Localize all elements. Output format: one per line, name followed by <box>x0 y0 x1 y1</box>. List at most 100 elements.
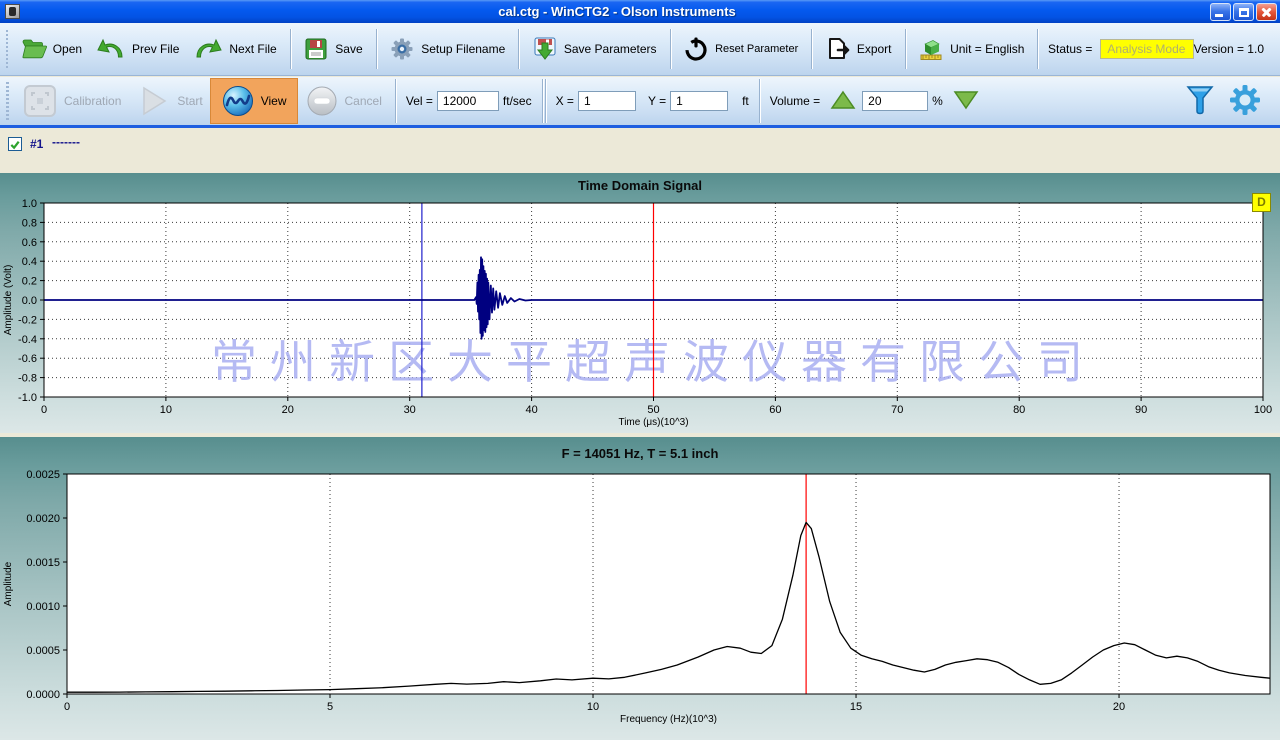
minimize-button[interactable] <box>1210 3 1231 21</box>
time-y-tick-label: 0.8 <box>22 217 37 229</box>
prev-file-button[interactable]: Prev File <box>89 34 186 64</box>
filter-funnel-icon <box>1184 83 1216 117</box>
time-x-tick-label: 30 <box>404 404 416 416</box>
fft-y-tick-label: 0.0000 <box>26 689 60 701</box>
frequency-spectrum-plot[interactable]: 051015200.00000.00050.00100.00150.00200.… <box>0 437 1280 740</box>
separator <box>290 29 291 69</box>
fft-x-tick-label: 0 <box>64 701 70 713</box>
volume-label: Volume = <box>770 94 820 108</box>
reset-parameter-label: Reset Parameter <box>715 43 798 55</box>
channel-checkbox[interactable] <box>8 137 22 151</box>
open-folder-icon <box>21 36 47 62</box>
start-button: Start <box>128 81 209 121</box>
time-y-tick-label: 0.0 <box>22 295 37 307</box>
unit-label: Unit = English <box>950 42 1024 56</box>
separator <box>518 29 519 69</box>
velocity-label: Vel = <box>406 94 433 108</box>
unit-toggle-button[interactable]: Unit = English <box>911 34 1031 64</box>
setup-gear-icon <box>389 36 415 62</box>
toolbar-grip[interactable] <box>6 82 9 120</box>
y-label: Y = <box>648 94 666 108</box>
reset-parameter-button[interactable]: Reset Parameter <box>676 34 805 64</box>
volume-up-button[interactable] <box>830 90 856 113</box>
view-wave-icon <box>221 84 255 118</box>
save-parameters-icon <box>532 36 558 62</box>
time-y-tick-label: 0.2 <box>22 276 37 288</box>
open-button[interactable]: Open <box>14 34 89 64</box>
open-label: Open <box>53 42 82 56</box>
channel-row: #1 ------- <box>0 128 1280 173</box>
setup-filename-label: Setup Filename <box>421 42 505 56</box>
time-y-tick-label: 0.4 <box>22 256 37 268</box>
time-x-tick-label: 50 <box>647 404 659 416</box>
window-controls <box>1210 3 1277 21</box>
xy-unit-label: ft <box>742 94 749 108</box>
maximize-button[interactable] <box>1233 3 1254 21</box>
save-parameters-label: Save Parameters <box>564 42 657 56</box>
status-value-box: Analysis Mode <box>1100 39 1193 59</box>
time-domain-chart-panel: Time Domain Signal 常州新区大平超声波仪器有限公司010203… <box>0 173 1280 433</box>
maximize-icon <box>1239 8 1249 17</box>
d-button[interactable]: D <box>1252 193 1271 212</box>
fft-y-tick-label: 0.0015 <box>26 557 60 569</box>
time-y-tick-label: -0.8 <box>18 373 37 385</box>
toolbar-grip[interactable] <box>6 30 8 68</box>
export-label: Export <box>857 42 892 56</box>
time-y-tick-label: -1.0 <box>18 392 37 404</box>
close-button[interactable] <box>1256 3 1277 21</box>
save-parameters-button[interactable]: Save Parameters <box>525 34 664 64</box>
velocity-unit-label: ft/sec <box>503 94 532 108</box>
x-input[interactable] <box>578 91 636 111</box>
time-domain-plot[interactable]: 常州新区大平超声波仪器有限公司01020304050607080901001.0… <box>0 173 1280 433</box>
unit-cube-ruler-icon <box>918 36 944 62</box>
calibration-label: Calibration <box>64 94 121 108</box>
setup-filename-button[interactable]: Setup Filename <box>382 34 512 64</box>
title-bar: cal.ctg - WinCTG2 - Olson Instruments <box>0 0 1280 23</box>
velocity-input[interactable] <box>437 91 499 111</box>
separator <box>542 79 543 123</box>
time-x-tick-label: 40 <box>525 404 537 416</box>
time-y-tick-label: -0.2 <box>18 314 37 326</box>
next-file-button[interactable]: Next File <box>186 34 283 64</box>
control-toolbar: Calibration Start View <box>0 77 1280 128</box>
export-button[interactable]: Export <box>818 34 899 64</box>
y-input[interactable] <box>670 91 728 111</box>
fft-x-axis-label: Frequency (Hz)(10^3) <box>620 714 717 725</box>
export-icon <box>825 36 851 62</box>
time-y-tick-label: -0.4 <box>18 334 37 346</box>
fft-x-tick-label: 15 <box>850 701 862 713</box>
time-x-tick-label: 60 <box>769 404 781 416</box>
filter-button[interactable] <box>1184 83 1216 120</box>
x-label: X = <box>556 94 574 108</box>
volume-input[interactable] <box>862 91 928 111</box>
minimize-icon <box>1215 14 1223 17</box>
view-label: View <box>261 94 287 108</box>
app-icon <box>5 4 20 19</box>
time-y-tick-label: 1.0 <box>22 198 37 210</box>
time-x-axis-label: Time (μs)(10^3) <box>618 417 688 428</box>
time-x-tick-label: 20 <box>282 404 294 416</box>
save-button[interactable]: Save <box>296 34 369 64</box>
time-x-tick-label: 10 <box>160 404 172 416</box>
volume-down-button[interactable] <box>953 90 979 113</box>
fft-plot-area[interactable] <box>67 474 1270 694</box>
fft-x-tick-label: 5 <box>327 701 333 713</box>
fft-y-tick-label: 0.0005 <box>26 645 60 657</box>
separator <box>905 29 906 69</box>
frequency-spectrum-chart-panel: F = 14051 Hz, T = 5.1 inch 051015200.000… <box>0 437 1280 740</box>
volume-up-triangle-icon <box>830 90 856 110</box>
prev-file-arrow-icon <box>96 36 126 62</box>
view-button[interactable]: View <box>210 78 298 124</box>
settings-button[interactable] <box>1228 83 1262 120</box>
time-x-tick-label: 90 <box>1135 404 1147 416</box>
start-play-icon <box>135 83 171 119</box>
power-icon <box>683 36 709 62</box>
cancel-icon <box>305 84 339 118</box>
next-file-label: Next File <box>229 42 276 56</box>
channel-line-style: ------- <box>52 135 80 149</box>
cancel-label: Cancel <box>345 94 382 108</box>
settings-gear-icon <box>1228 83 1262 117</box>
channel-label: #1 <box>30 137 43 151</box>
fft-y-tick-label: 0.0010 <box>26 601 60 613</box>
fft-y-tick-label: 0.0025 <box>26 469 60 481</box>
